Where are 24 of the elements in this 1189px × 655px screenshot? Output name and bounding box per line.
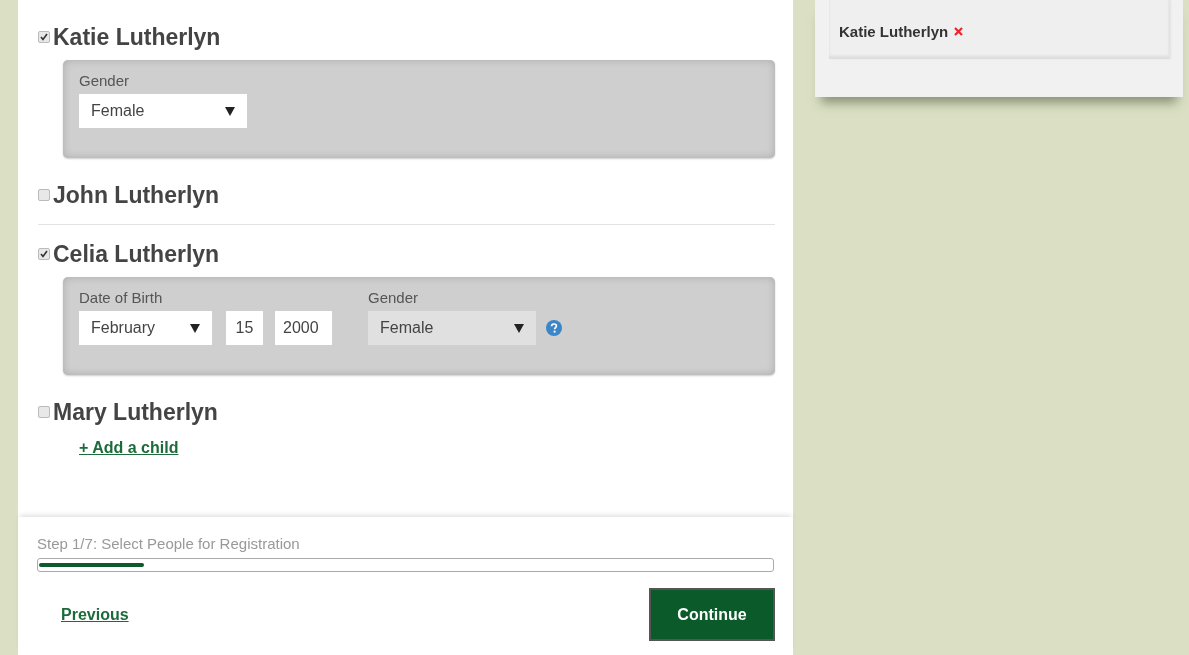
dropdown[interactable]: February xyxy=(79,311,212,345)
caret-icon xyxy=(190,323,200,333)
checkbox[interactable] xyxy=(38,189,50,201)
day-field[interactable]: 15 xyxy=(226,311,263,345)
field-label: Gender xyxy=(368,289,420,306)
checkbox[interactable] xyxy=(38,248,50,260)
caret-icon xyxy=(225,106,235,116)
person-name: John Lutherlyn xyxy=(53,181,220,209)
checkbox[interactable] xyxy=(38,31,50,43)
checkbox[interactable] xyxy=(38,406,50,418)
remove-icon[interactable] xyxy=(954,27,964,36)
continue-button[interactable]: Continue xyxy=(649,588,775,641)
dropdown[interactable]: Female xyxy=(79,94,247,128)
add-child-link[interactable]: + Add a child xyxy=(79,439,179,457)
step-label: Step 1/7: Select People for Registration xyxy=(37,535,301,552)
caret-icon xyxy=(514,323,524,333)
person-name: Katie Lutherlyn xyxy=(53,23,221,51)
field-label: Date of Birth xyxy=(79,289,164,306)
person-name: Celia Lutherlyn xyxy=(53,240,220,268)
field-label: Gender xyxy=(79,72,131,89)
previous-link[interactable]: Previous xyxy=(61,605,129,624)
person-name: Mary Lutherlyn xyxy=(53,398,218,426)
selected-person: Katie Lutherlyn xyxy=(839,23,949,40)
year-field[interactable]: 2000 xyxy=(275,311,332,345)
